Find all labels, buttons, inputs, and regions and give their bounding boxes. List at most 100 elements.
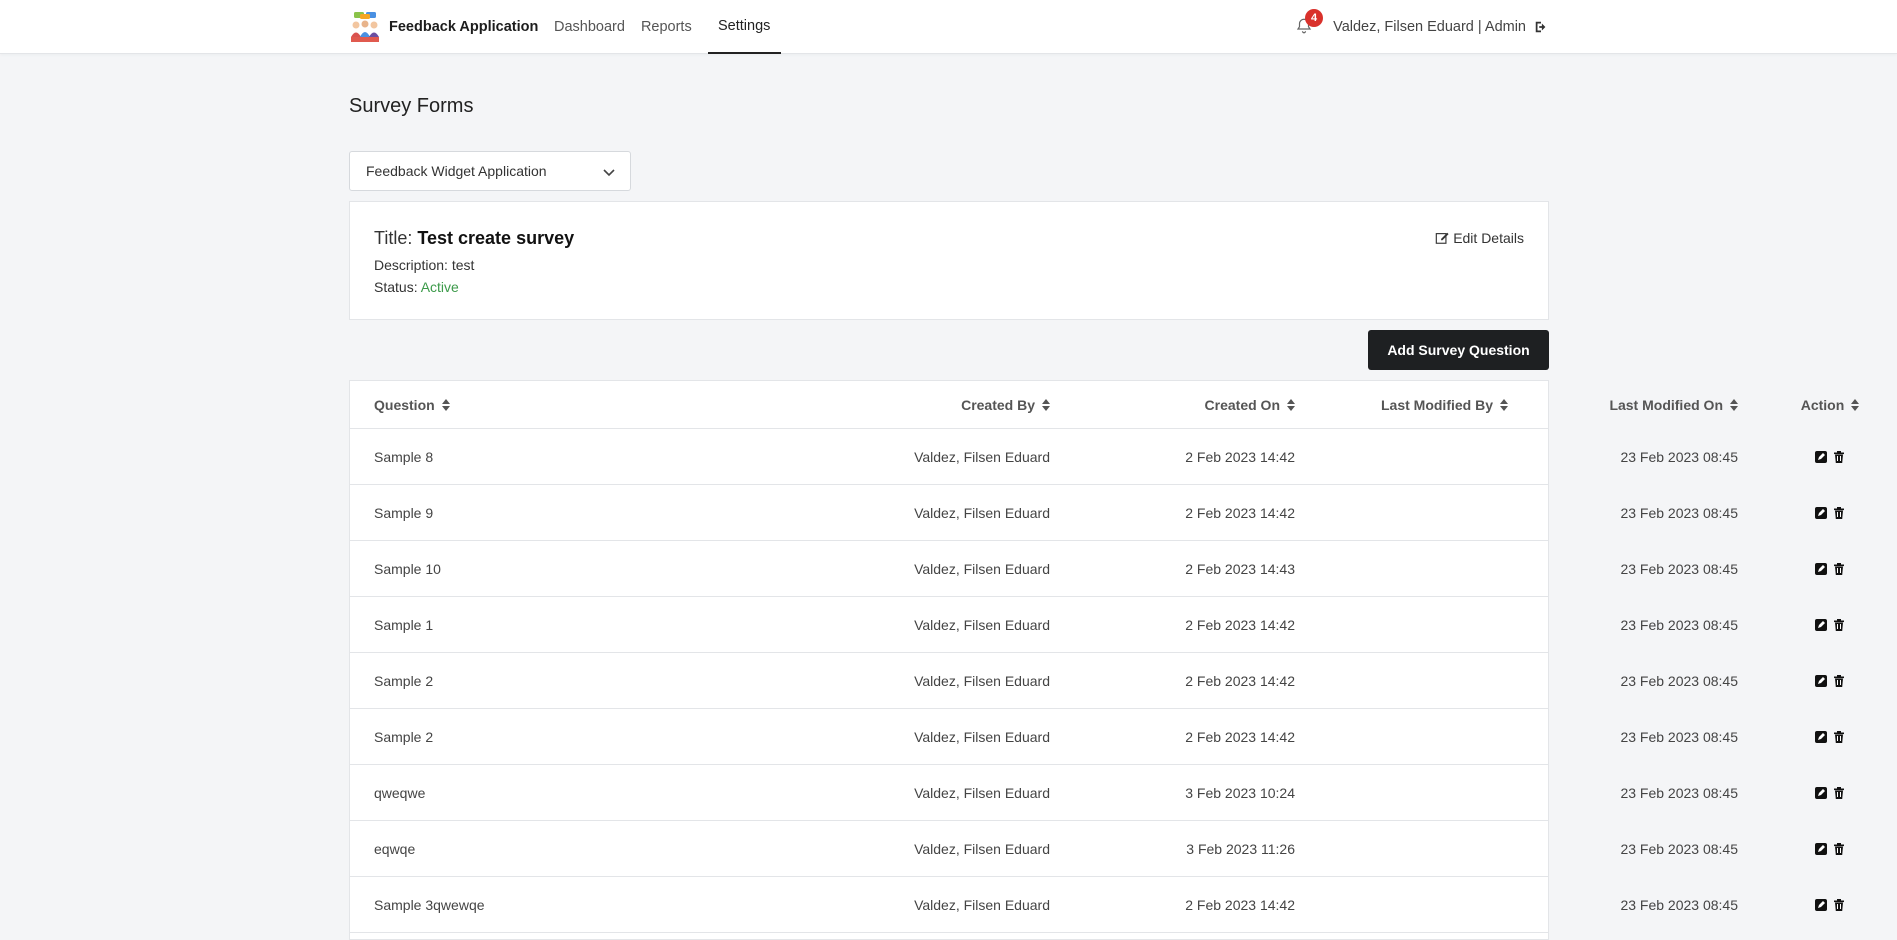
- edit-icon[interactable]: [1815, 786, 1827, 799]
- table-row: Sample 2 Valdez, Filsen Eduard 2 Feb 2023 …: [350, 653, 1844, 709]
- edit-icon[interactable]: [1815, 674, 1827, 687]
- trash-icon[interactable]: [1833, 730, 1845, 743]
- cell-created-by: Valdez, Filsen Eduard: [914, 784, 1050, 801]
- edit-icon[interactable]: [1815, 506, 1827, 519]
- cell-last-modified-on: 23 Feb 2023 08:45: [1620, 672, 1738, 689]
- header-created-by-label: Created By: [961, 396, 1035, 413]
- survey-status-label: Status:: [374, 279, 421, 295]
- trash-icon[interactable]: [1833, 786, 1845, 799]
- edit-icon: [1435, 232, 1449, 244]
- table-row: Sample 2 Valdez, Filsen Eduard 2 Feb 2023 …: [350, 709, 1844, 765]
- header-last-modified-on[interactable]: Last Modified On: [1450, 381, 1738, 428]
- trash-icon[interactable]: [1833, 562, 1845, 575]
- trash-icon[interactable]: [1833, 898, 1845, 911]
- cell-question: Sample 3qwewqe: [374, 896, 485, 913]
- cell-last-modified-on: 23 Feb 2023 08:45: [1620, 616, 1738, 633]
- trash-icon[interactable]: [1833, 618, 1845, 631]
- sort-icon: [1042, 398, 1050, 411]
- cell-created-on: 2 Feb 2023 14:42: [1185, 896, 1295, 913]
- chevron-down-icon: [603, 169, 615, 177]
- cell-created-on: 2 Feb 2023 14:42: [1185, 448, 1295, 465]
- table-row: Sample 10 Valdez, Filsen Eduard 2 Feb 2023…: [350, 541, 1844, 597]
- cell-created-on: 2 Feb 2023 14:43: [1185, 560, 1295, 577]
- edit-icon[interactable]: [1815, 730, 1827, 743]
- table-row: Sample 3qwewqe Valdez, Filsen Eduard 2 Feb…: [350, 877, 1844, 933]
- cell-question: eqwqe: [374, 840, 416, 857]
- notifications-button[interactable]: 4: [1295, 9, 1324, 37]
- header-action[interactable]: Action: [1780, 381, 1880, 428]
- brand[interactable]: Feedback Application: [349, 10, 538, 44]
- sort-icon: [1730, 398, 1738, 411]
- logout-icon[interactable]: [1534, 20, 1548, 34]
- header-last-modified-on-label: Last Modified On: [1609, 396, 1723, 413]
- cell-last-modified-on: 23 Feb 2023 08:45: [1620, 896, 1738, 913]
- cell-last-modified-on: 23 Feb 2023 08:45: [1620, 784, 1738, 801]
- cell-created-on: 2 Feb 2023 14:42: [1185, 728, 1295, 745]
- nav-dashboard[interactable]: Dashboard: [550, 0, 633, 54]
- edit-icon[interactable]: [1815, 562, 1827, 575]
- cell-created-by: Valdez, Filsen Eduard: [914, 728, 1050, 745]
- cell-last-modified-on: 23 Feb 2023 08:45: [1620, 560, 1738, 577]
- cell-created-by: Valdez, Filsen Eduard: [914, 672, 1050, 689]
- cell-last-modified-on: 23 Feb 2023 08:45: [1620, 448, 1738, 465]
- sort-icon: [441, 398, 450, 411]
- cell-question: qweqwe: [374, 784, 426, 801]
- header-created-on[interactable]: Created On: [1050, 381, 1295, 428]
- cell-created-by: Valdez, Filsen Eduard: [914, 616, 1050, 633]
- edit-details-button[interactable]: Edit Details: [1435, 230, 1524, 246]
- cell-created-by: Valdez, Filsen Eduard: [914, 560, 1050, 577]
- table-header: Question Created By Created On Last Modi…: [350, 381, 1860, 429]
- feedback-logo-icon: [351, 12, 379, 42]
- cell-created-on: 3 Feb 2023 11:26: [1186, 840, 1295, 857]
- trash-icon[interactable]: [1833, 506, 1845, 519]
- cell-last-modified-on: 23 Feb 2023 08:45: [1620, 840, 1738, 857]
- nav-settings[interactable]: Settings: [707, 0, 781, 54]
- questions-table: Question Created By Created On Last Modi…: [349, 380, 1860, 940]
- notification-badge: 4: [1305, 9, 1324, 27]
- sort-icon: [1287, 398, 1295, 411]
- survey-description: Description: test: [374, 257, 474, 273]
- cell-created-by: Valdez, Filsen Eduard: [914, 448, 1050, 465]
- edit-details-label: Edit Details: [1453, 230, 1524, 246]
- table-row: Sample 8 Valdez, Filsen Eduard 2 Feb 2023 …: [350, 429, 1844, 485]
- cell-action: [1780, 485, 1880, 540]
- nav-reports[interactable]: Reports: [633, 0, 700, 54]
- trash-icon[interactable]: [1833, 842, 1845, 855]
- survey-description-value: test: [451, 257, 475, 273]
- cell-question: Sample 1: [374, 616, 434, 633]
- cell-action: [1780, 821, 1880, 876]
- sort-icon: [1851, 398, 1860, 411]
- table-row: Sample 9 Valdez, Filsen Eduard 2 Feb 2023 …: [350, 485, 1844, 541]
- edit-icon[interactable]: [1815, 842, 1827, 855]
- cell-created-on: 2 Feb 2023 14:42: [1185, 504, 1295, 521]
- cell-created-by: Valdez, Filsen Eduard: [914, 896, 1050, 913]
- survey-status: Status: Active: [374, 279, 459, 295]
- nav-links: Dashboard Reports Settings: [550, 0, 781, 54]
- edit-icon[interactable]: [1815, 450, 1827, 463]
- cell-action: [1780, 877, 1880, 932]
- header-created-by[interactable]: Created By: [650, 381, 1050, 428]
- cell-question: Sample 10: [374, 560, 441, 577]
- header-question[interactable]: Question: [374, 381, 654, 428]
- brand-name: Feedback Application: [389, 19, 539, 35]
- cell-action: [1780, 709, 1880, 764]
- nav-right: 4 Valdez, Filsen Eduard | Admin: [1295, 0, 1548, 54]
- cell-question: Sample 2: [374, 672, 434, 689]
- cell-action: [1780, 541, 1880, 596]
- cell-action: [1780, 597, 1880, 652]
- table-row: qweqwe Valdez, Filsen Eduard 3 Feb 2023 10…: [350, 765, 1844, 821]
- cell-question: Sample 8: [374, 448, 434, 465]
- edit-icon[interactable]: [1815, 898, 1827, 911]
- trash-icon[interactable]: [1833, 674, 1845, 687]
- add-survey-question-button[interactable]: Add Survey Question: [1368, 330, 1549, 370]
- header-question-label: Question: [374, 396, 435, 413]
- cell-action: [1780, 429, 1880, 484]
- cell-last-modified-on: 23 Feb 2023 08:45: [1620, 728, 1738, 745]
- survey-details-card: Title: Test create survey Description: t…: [349, 201, 1549, 320]
- cell-created-by: Valdez, Filsen Eduard: [914, 504, 1050, 521]
- edit-icon[interactable]: [1815, 618, 1827, 631]
- trash-icon[interactable]: [1833, 450, 1845, 463]
- cell-question: Sample 2: [374, 728, 434, 745]
- application-select[interactable]: Feedback Widget Application: [349, 151, 631, 191]
- survey-title-value: Test create survey: [417, 228, 575, 248]
